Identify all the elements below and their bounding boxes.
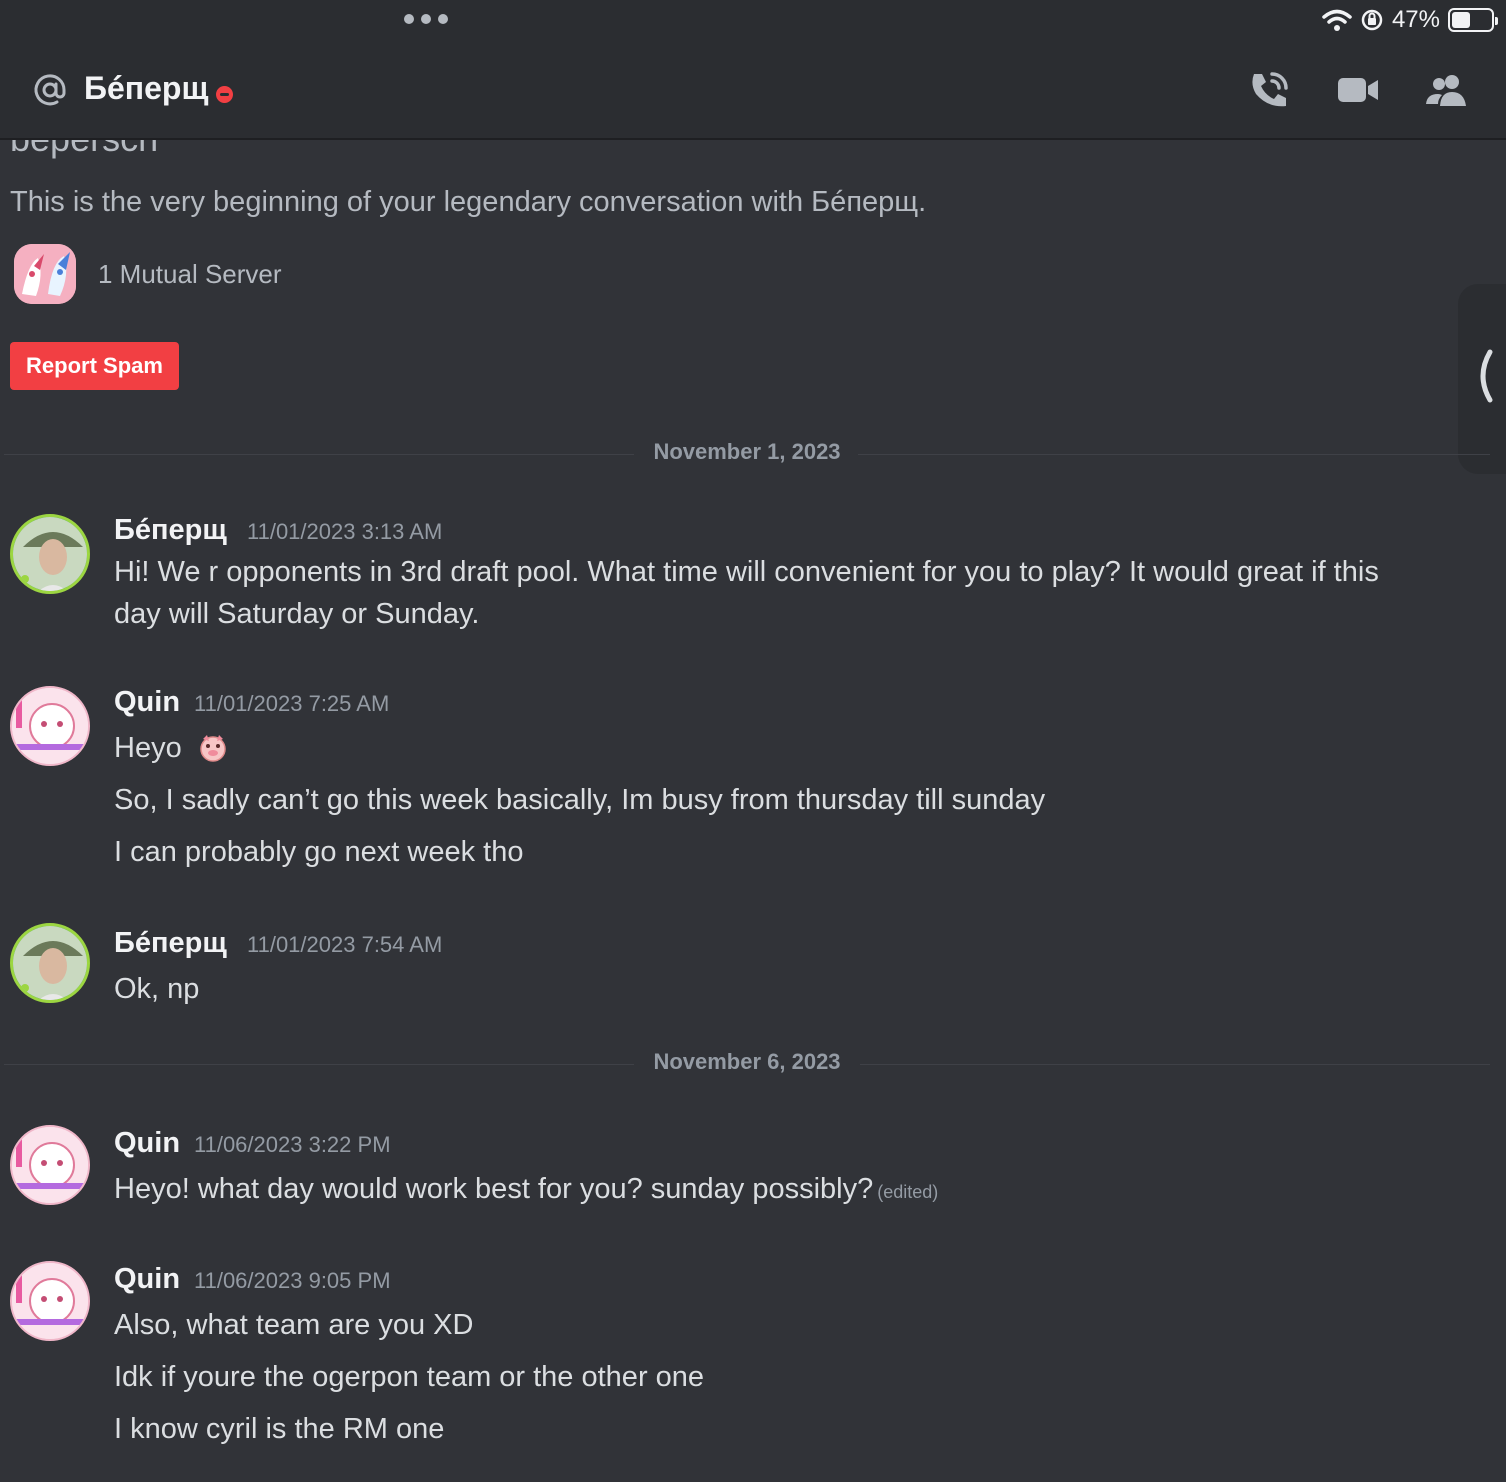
member-list-icon[interactable] [1424,70,1468,110]
message-line: I know cyril is the RM one [114,1413,445,1445]
message-line: Heyo [114,732,230,765]
message-line-text: Heyo! what day would work best for you? … [114,1173,874,1205]
message-timestamp: 11/01/2023 7:54 AM [247,932,443,957]
message-line: day will Saturday or Sunday. [114,598,480,630]
avatar[interactable] [10,686,90,766]
intro-handle-wrap: beperscn [0,140,1506,170]
edited-label: (edited) [877,1182,939,1202]
date-divider: November 1, 2023 [4,439,1490,469]
message-line: I can probably go next week tho [114,836,524,868]
message-line-text: Heyo [114,732,182,764]
status-bar: 47% [0,0,1506,40]
mutual-servers[interactable]: 1 Mutual Server [14,244,282,304]
avatar[interactable] [10,923,90,1003]
message-author[interactable]: Бéперщ [114,514,227,547]
message-author[interactable]: Quin [114,1263,180,1296]
message-line: Also, what team are you XD [114,1309,474,1341]
message-author[interactable]: Quin [114,1127,180,1160]
message-timestamp: 11/01/2023 7:25 AM [194,691,390,716]
message-author[interactable]: Quin [114,686,180,719]
message-line: Ok, np [114,973,200,1005]
message-timestamp: 11/06/2023 3:22 PM [194,1132,391,1157]
battery-level [1452,12,1470,28]
channel-header: Бéперщ [0,40,1506,140]
date-divider-label: November 1, 2023 [653,439,841,464]
intro-text: This is the very beginning of your legen… [10,186,927,218]
battery-icon [1448,8,1498,32]
avatar[interactable] [10,1261,90,1341]
server-icon [14,244,76,304]
report-spam-button[interactable]: Report Spam [10,342,179,390]
message-timestamp: 11/06/2023 9:05 PM [194,1268,391,1293]
voice-call-icon[interactable] [1248,70,1292,110]
chevron-left-icon [1480,349,1493,403]
message-timestamp: 11/01/2023 3:13 AM [247,519,443,544]
message-line: Hi! We r opponents in 3rd draft pool. Wh… [114,556,1379,588]
avatar[interactable] [10,1125,90,1205]
dnd-status-icon [216,86,233,103]
battery-percent: 47% [1391,6,1440,33]
message-line: Idk if youre the ogerpon team or the oth… [114,1361,705,1393]
date-divider-label: November 6, 2023 [653,1049,841,1074]
message-line: So, I sadly can’t go this week basically… [114,784,1046,816]
message-author[interactable]: Бéперщ [114,927,227,960]
intro-handle: beperscn [10,140,158,160]
mutual-servers-label: 1 Mutual Server [98,258,282,289]
message-line: Heyo! what day would work best for you? … [114,1173,938,1206]
dm-username-title[interactable]: Бéперщ [84,70,208,107]
status-indicators: 47% [1322,6,1498,34]
rotation-lock-icon [1361,9,1383,31]
multitasking-dots[interactable] [404,14,448,24]
at-sign-icon [34,74,66,106]
video-call-icon[interactable] [1336,70,1380,110]
pig-face-emoji-icon [200,735,226,762]
date-divider: November 6, 2023 [4,1049,1490,1079]
wifi-icon [1322,9,1352,31]
avatar[interactable] [10,514,90,594]
